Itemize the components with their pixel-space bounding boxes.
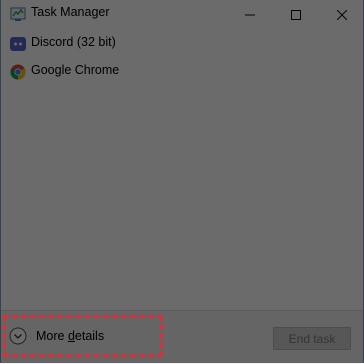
task-manager-icon: [10, 6, 26, 22]
minimize-button[interactable]: [227, 0, 273, 30]
list-item-chrome[interactable]: Google Chrome: [1, 58, 363, 86]
window-title: Task Manager: [31, 5, 110, 19]
chrome-icon: [10, 64, 26, 80]
task-manager-window: Task Manager Discord (32 bit) Google Chr…: [0, 0, 364, 364]
list-item-discord[interactable]: Discord (32 bit): [1, 30, 363, 58]
app-label: Discord (32 bit): [31, 35, 116, 49]
maximize-button[interactable]: [273, 0, 319, 30]
discord-icon: [10, 36, 26, 52]
title-bar[interactable]: Task Manager: [1, 0, 363, 30]
more-details-button[interactable]: More details: [9, 318, 163, 354]
app-label: Google Chrome: [31, 63, 120, 77]
end-task-button[interactable]: End task: [273, 327, 351, 350]
close-icon: [337, 10, 347, 20]
more-details-label: More details: [36, 329, 105, 343]
chevron-down-icon: [9, 327, 27, 345]
maximize-icon: [291, 10, 301, 20]
close-button[interactable]: [319, 0, 364, 30]
minimize-icon: [245, 14, 255, 16]
